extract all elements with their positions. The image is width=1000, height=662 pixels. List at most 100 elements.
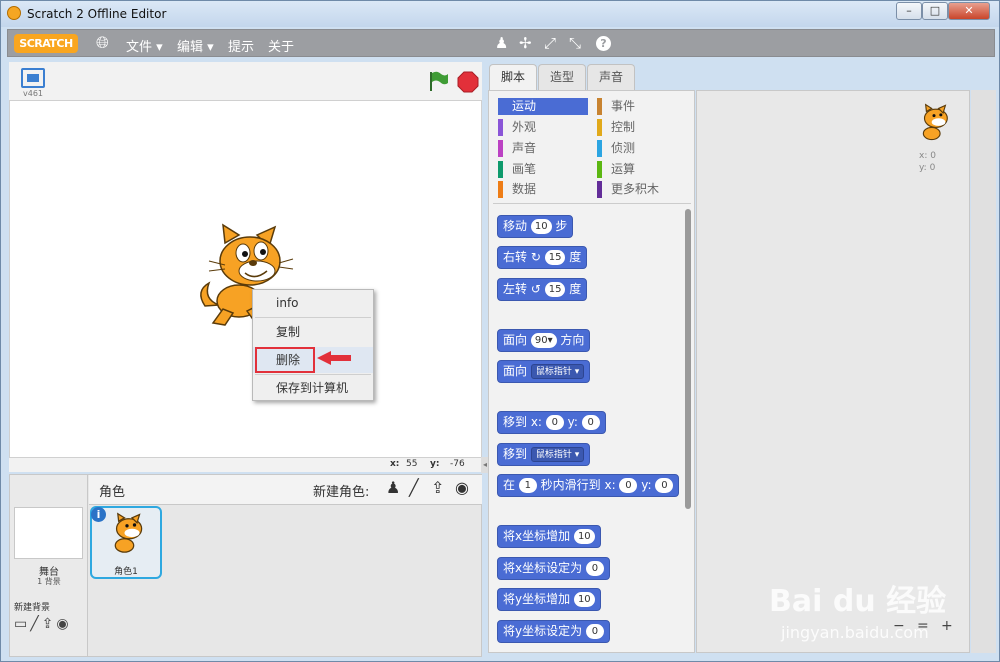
block-input[interactable]: 0 bbox=[585, 624, 604, 639]
stage-canvas[interactable] bbox=[9, 100, 482, 458]
y-value: -76 bbox=[450, 459, 465, 469]
brush-icon[interactable]: ╱ bbox=[30, 616, 41, 632]
block-input[interactable]: 15 bbox=[544, 250, 566, 265]
close-button[interactable]: ✕ bbox=[948, 2, 990, 20]
block-text: 将y坐标设定为 bbox=[503, 624, 583, 638]
presentation-mode-icon[interactable] bbox=[21, 68, 45, 88]
upload-sprite-icon[interactable]: ⇪ bbox=[431, 478, 444, 497]
block-change-y[interactable]: 将y坐标增加 10 bbox=[497, 588, 601, 611]
block-turn-left[interactable]: 左转 ↺ 15 度 bbox=[497, 278, 588, 301]
minimize-button[interactable]: – bbox=[896, 2, 922, 20]
y-label: y: bbox=[430, 459, 440, 469]
category-more-blocks[interactable]: 更多积木 bbox=[597, 181, 687, 198]
block-text: 面向 bbox=[503, 333, 528, 347]
stop-icon[interactable] bbox=[457, 71, 479, 96]
tab-costumes[interactable]: 造型 bbox=[538, 64, 586, 90]
new-sprite-label: 新建角色: bbox=[313, 485, 370, 500]
block-palette: 运动 外观 声音 画笔 数据 事件 控制 侦测 运算 更多积木 移动 10 步 … bbox=[488, 90, 695, 653]
sprite-context-menu: info 复制 删除 保存到计算机 bbox=[252, 289, 374, 401]
block-goto[interactable]: 移到 鼠标指针 ▾ bbox=[497, 443, 591, 466]
sprite-thumb-cat[interactable]: i 角色1 bbox=[90, 506, 162, 579]
block-change-x[interactable]: 将x坐标增加 10 bbox=[497, 525, 601, 548]
block-text: 在 bbox=[503, 478, 516, 492]
x-label: x: bbox=[390, 459, 400, 469]
help-icon[interactable]: ? bbox=[596, 36, 611, 51]
block-dropdown[interactable]: 鼠标指针 ▾ bbox=[530, 447, 585, 462]
info-icon[interactable]: i bbox=[91, 507, 106, 522]
block-input[interactable]: 0 bbox=[545, 415, 564, 430]
block-input[interactable]: 1 bbox=[518, 478, 537, 493]
window-title: Scratch 2 Offline Editor bbox=[27, 7, 167, 21]
app-icon bbox=[7, 6, 21, 20]
category-pen[interactable]: 画笔 bbox=[498, 161, 588, 178]
stage-thumb-column: 舞台 1 背景 新建背景 ▭╱⇪◉ bbox=[10, 475, 88, 656]
stage-thumbnail[interactable] bbox=[14, 507, 83, 559]
block-glide[interactable]: 在 1 秒内滑行到 x: 0 y: 0 bbox=[497, 474, 680, 497]
menu-file[interactable]: 文件 ▾ bbox=[126, 36, 163, 55]
block-goto-xy[interactable]: 移到 x: 0 y: 0 bbox=[497, 411, 606, 434]
block-input[interactable]: 0 bbox=[619, 478, 638, 493]
category-operators[interactable]: 运算 bbox=[597, 161, 687, 178]
category-control[interactable]: 控制 bbox=[597, 119, 687, 136]
grow-icon[interactable]: ⤢ bbox=[544, 34, 556, 52]
sprite-library-icon[interactable]: ♟ bbox=[386, 478, 400, 497]
menu-about[interactable]: 关于 bbox=[268, 36, 294, 55]
delete-scissors-icon[interactable]: ✢ bbox=[519, 34, 532, 52]
block-set-x[interactable]: 将x坐标设定为 0 bbox=[497, 557, 610, 580]
scratch-logo[interactable]: SCRATCH bbox=[14, 34, 78, 53]
menu-tips[interactable]: 提示 bbox=[228, 36, 254, 55]
block-dropdown[interactable]: 鼠标指针 ▾ bbox=[530, 364, 585, 379]
menu-bar: SCRATCH 🌐︎ 文件 ▾ 编辑 ▾ 提示 关于 ♟ ✢ ⤢ ⤡ ? bbox=[7, 29, 995, 57]
sprite-header: 角色 新建角色: ♟ ╱ ⇪ ◉ bbox=[89, 475, 482, 505]
block-input[interactable]: 10 bbox=[573, 529, 595, 544]
duplicate-icon[interactable]: ♟ bbox=[495, 34, 508, 52]
zoom-in-icon[interactable]: + bbox=[941, 618, 953, 634]
sprites-title: 角色 bbox=[99, 485, 126, 500]
stage-header: v461 bbox=[9, 62, 482, 100]
menu-item-info[interactable]: info bbox=[253, 290, 373, 316]
sprite-x-readout: x: 0 bbox=[919, 151, 936, 161]
paint-sprite-icon[interactable]: ╱ bbox=[409, 478, 419, 497]
upload-icon[interactable]: ⇪ bbox=[42, 616, 57, 632]
category-events[interactable]: 事件 bbox=[597, 98, 687, 115]
tab-sounds[interactable]: 声音 bbox=[587, 64, 635, 90]
highlight-box bbox=[255, 347, 315, 373]
block-input[interactable]: 10 bbox=[573, 592, 595, 607]
menu-item-duplicate[interactable]: 复制 bbox=[253, 319, 373, 345]
block-turn-right[interactable]: 右转 ↻ 15 度 bbox=[497, 246, 588, 269]
block-text: y: bbox=[641, 478, 652, 492]
block-point-direction[interactable]: 面向 90▾ 方向 bbox=[497, 329, 591, 352]
paint-backdrop-icon[interactable]: ▭ bbox=[14, 616, 30, 632]
version-label: v461 bbox=[23, 89, 44, 98]
category-sound[interactable]: 声音 bbox=[498, 140, 588, 157]
category-sensing[interactable]: 侦测 bbox=[597, 140, 687, 157]
block-input[interactable]: 90▾ bbox=[530, 333, 557, 348]
block-set-y[interactable]: 将y坐标设定为 0 bbox=[497, 620, 610, 643]
block-input[interactable]: 15 bbox=[544, 282, 566, 297]
tab-scripts[interactable]: 脚本 bbox=[489, 64, 537, 90]
palette-scrollbar[interactable] bbox=[685, 209, 691, 509]
category-looks[interactable]: 外观 bbox=[498, 119, 588, 136]
category-data[interactable]: 数据 bbox=[498, 181, 588, 198]
title-bar: Scratch 2 Offline Editor – □ ✕ bbox=[1, 1, 999, 27]
camera-icon[interactable]: ◉ bbox=[56, 616, 71, 632]
green-flag-icon[interactable] bbox=[427, 70, 449, 95]
scripts-area[interactable]: x: 0 y: 0 − = + bbox=[696, 90, 970, 653]
sprite-name: 角色1 bbox=[114, 567, 138, 577]
menu-item-save-to-computer[interactable]: 保存到计算机 bbox=[253, 375, 373, 401]
menu-edit[interactable]: 编辑 ▾ bbox=[177, 36, 214, 55]
block-point-towards[interactable]: 面向 鼠标指针 ▾ bbox=[497, 360, 591, 383]
block-text: 移到 bbox=[503, 447, 528, 461]
block-input[interactable]: 0 bbox=[655, 478, 674, 493]
block-text: 移到 x: bbox=[503, 415, 542, 429]
camera-sprite-icon[interactable]: ◉ bbox=[455, 478, 469, 497]
category-motion[interactable]: 运动 bbox=[498, 98, 588, 115]
block-text: 右转 bbox=[503, 250, 528, 264]
block-input[interactable]: 10 bbox=[530, 219, 552, 234]
block-move-steps[interactable]: 移动 10 步 bbox=[497, 215, 574, 238]
block-input[interactable]: 0 bbox=[581, 415, 600, 430]
block-input[interactable]: 0 bbox=[585, 561, 604, 576]
shrink-icon[interactable]: ⤡ bbox=[569, 34, 581, 52]
maximize-button[interactable]: □ bbox=[922, 2, 948, 20]
globe-icon[interactable]: 🌐︎ bbox=[96, 33, 109, 53]
